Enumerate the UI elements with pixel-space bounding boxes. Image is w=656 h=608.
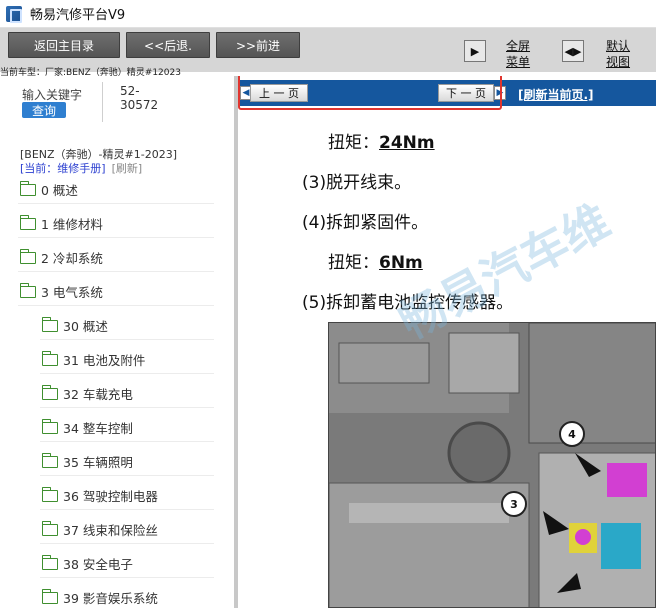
left-panel: 输入关键字 查询 52- 30572 [BENZ（奔驰）-精灵#1-2023] … [0, 76, 234, 608]
folder-icon [41, 384, 58, 400]
default-view-label-line1: 默认 [606, 39, 631, 53]
tree-item-label: 30 概述 [63, 319, 108, 334]
default-view-link[interactable]: 默认 视图 [606, 38, 630, 70]
page-nav-bar: ◀ 上 一 页 下 一 页 ▶ [刷新当前页.] [238, 80, 656, 106]
tree-item-label: 2 冷却系统 [41, 251, 103, 266]
callout-3: 3 [501, 491, 527, 517]
code-line1: 52- [120, 84, 140, 98]
prev-page-button[interactable]: 上 一 页 [250, 84, 308, 102]
tree-item[interactable]: 31 电池及附件 [40, 346, 214, 374]
tree-item-label: 3 电气系统 [41, 285, 103, 300]
folder-icon [19, 180, 36, 196]
fullscreen-toggle-button[interactable]: ▶ [464, 40, 486, 62]
doc-torque-line-2: 扭矩：6Nm [328, 248, 423, 273]
content-pane: ◀ 上 一 页 下 一 页 ▶ [刷新当前页.] 扭矩：24Nm (3)脱开线束… [238, 76, 656, 608]
tree-item[interactable]: 36 驾驶控制电器 [40, 482, 214, 510]
arrow-right-icon: ▶ [470, 44, 480, 58]
tree-item-label: 39 影音娱乐系统 [63, 591, 158, 606]
tree-item[interactable]: 30 概述 [40, 312, 214, 340]
tree-item-label: 37 线束和保险丝 [63, 523, 158, 538]
doc-torque-line-1: 扭矩：24Nm [328, 128, 435, 153]
tree-item[interactable]: 34 整车控制 [40, 414, 214, 442]
folder-icon [41, 554, 58, 570]
forward-button[interactable]: >>前进 [216, 32, 300, 58]
photo-drawing [329, 323, 655, 607]
tree-item-label: 36 驾驶控制电器 [63, 489, 158, 504]
callout-4: 4 [559, 421, 585, 447]
tree-item[interactable]: 1 维修材料 [18, 210, 214, 238]
torque-value: 24Nm [379, 133, 435, 153]
doc-step-3: (3)脱开线束。 [302, 173, 412, 193]
query-button[interactable]: 查询 [22, 102, 66, 118]
folder-icon [41, 316, 58, 332]
sidebar-manual-line: [当前：维修手册] [刷新] [20, 160, 142, 176]
folder-icon [41, 350, 58, 366]
search-input[interactable]: 输入关键字 [22, 86, 82, 103]
fullscreen-label-line2: 菜单 [506, 55, 531, 69]
doc-step-5: (5)拆卸蓄电池监控传感器。 [302, 293, 514, 313]
tree-item-label: 35 车辆照明 [63, 455, 133, 470]
folder-icon [19, 248, 36, 264]
folder-icon [19, 214, 36, 230]
tree-item[interactable]: 0 概述 [18, 176, 214, 204]
default-view-toggle-button[interactable]: ◀▶ [562, 40, 584, 62]
left-divider [102, 82, 103, 122]
tree-item[interactable]: 32 车载充电 [40, 380, 214, 408]
tree-item[interactable]: 2 冷却系统 [18, 244, 214, 272]
refresh-page-link[interactable]: [刷新当前页.] [518, 86, 594, 103]
fullscreen-menu-link[interactable]: 全屏 菜单 [506, 38, 530, 70]
folder-icon [41, 486, 58, 502]
tree-item[interactable]: 39 影音娱乐系统 [40, 584, 214, 608]
tree-item-label: 0 概述 [41, 183, 78, 198]
folder-icon [41, 418, 58, 434]
tree-item-label: 32 车载充电 [63, 387, 133, 402]
fullscreen-label-line1: 全屏 [506, 39, 531, 53]
tree-item[interactable]: 37 线束和保险丝 [40, 516, 214, 544]
default-view-label-line2: 视图 [606, 55, 631, 69]
current-manual-link[interactable]: [当前：维修手册] [20, 162, 106, 175]
arrow-right-icon: ▶ [494, 86, 506, 100]
code-text: 52- 30572 [120, 84, 158, 112]
torque-value: 6Nm [379, 253, 423, 273]
component-photo: 4 3 [328, 322, 656, 608]
folder-icon [41, 452, 58, 468]
tree-item-label: 38 安全电子 [63, 557, 133, 572]
code-line2: 30572 [120, 98, 159, 112]
sidebar-refresh-link[interactable]: [刷新] [112, 162, 143, 175]
doc-step-4: (4)拆卸紧固件。 [302, 213, 429, 233]
home-button[interactable]: 返回主目录 [8, 32, 120, 58]
back-button[interactable]: <<后退. [126, 32, 210, 58]
tree-item-label: 1 维修材料 [41, 217, 103, 232]
app-icon [6, 5, 22, 23]
folder-icon [41, 588, 58, 604]
tree-item-label: 31 电池及附件 [63, 353, 146, 368]
window-title: 畅易汽修平台V9 [30, 8, 126, 23]
tree-item[interactable]: 35 车辆照明 [40, 448, 214, 476]
torque-label: 扭矩： [328, 133, 379, 153]
tree-item-label: 34 整车控制 [63, 421, 133, 436]
next-page-button[interactable]: 下 一 页 [438, 84, 494, 102]
torque-label: 扭矩： [328, 253, 379, 273]
folder-icon [19, 282, 36, 298]
split-view-icon: ◀▶ [564, 44, 582, 58]
title-bar: 畅易汽修平台V9 [0, 0, 656, 28]
folder-icon [41, 520, 58, 536]
tree-item[interactable]: 38 安全电子 [40, 550, 214, 578]
tree-item[interactable]: 3 电气系统 [18, 278, 214, 306]
